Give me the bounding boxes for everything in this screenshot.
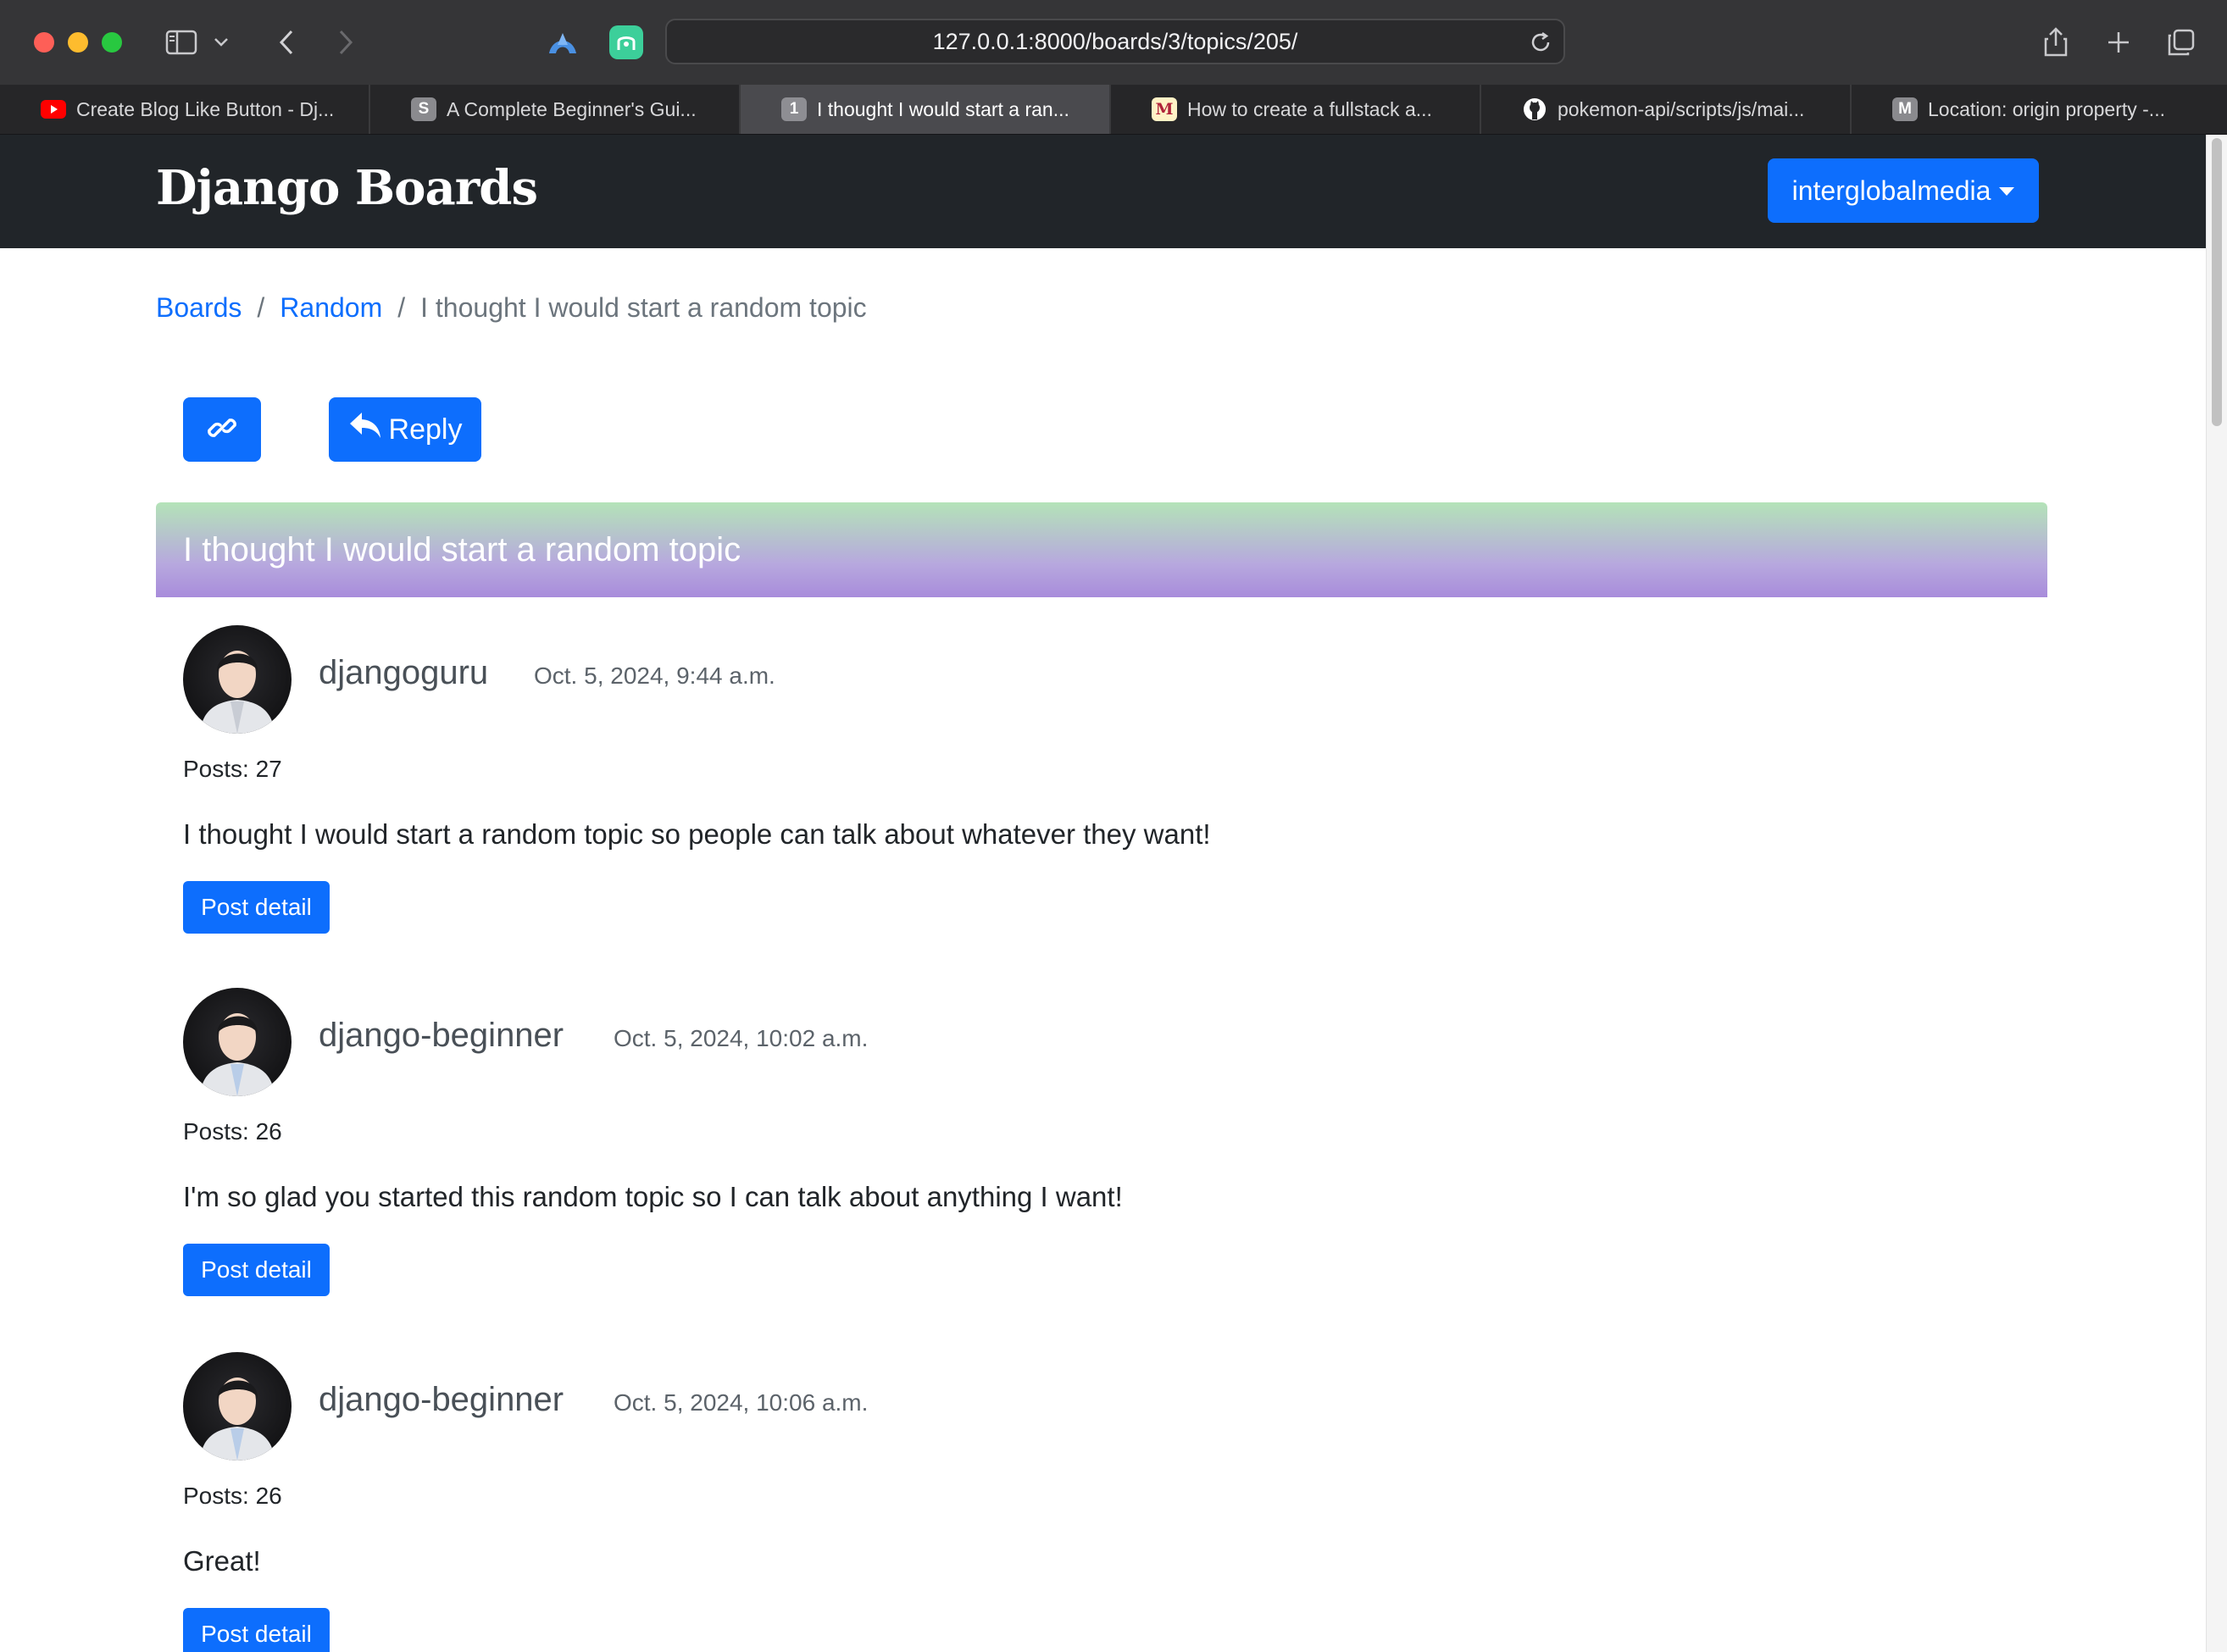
avatar xyxy=(183,1352,292,1461)
breadcrumb-boards-link[interactable]: Boards xyxy=(156,292,242,324)
post-message: Great! xyxy=(183,1545,261,1577)
number-one-icon: 1 xyxy=(781,97,807,121)
app-extension-icon[interactable] xyxy=(609,25,643,59)
post-detail-button[interactable]: Post detail xyxy=(183,1608,330,1652)
page-content: Django Boards interglobalmedia Boards / … xyxy=(0,135,2207,1652)
tab-label: pokemon-api/scripts/js/mai... xyxy=(1558,97,1805,120)
address-bar[interactable]: 127.0.0.1:8000/boards/3/topics/205/ xyxy=(665,19,1565,64)
post-message: I thought I would start a random topic s… xyxy=(183,818,1211,850)
youtube-icon xyxy=(41,100,66,119)
post-username: django-beginner xyxy=(319,1017,564,1054)
post-date: Oct. 5, 2024, 9:44 a.m. xyxy=(534,662,775,689)
user-menu-label: interglobalmedia xyxy=(1791,175,1991,206)
reload-icon[interactable] xyxy=(1528,30,1553,55)
browser-tab[interactable]: S A Complete Beginner's Gui... xyxy=(370,85,741,134)
url-text: 127.0.0.1:8000/boards/3/topics/205/ xyxy=(932,28,1298,54)
breadcrumb-board-link[interactable]: Random xyxy=(280,292,382,324)
close-window-button[interactable] xyxy=(34,32,54,53)
share-icon[interactable] xyxy=(2035,22,2076,63)
forward-arrow-icon[interactable] xyxy=(325,22,366,63)
browser-tab[interactable]: M Location: origin property -... xyxy=(1852,85,2227,134)
m-letter-icon: M xyxy=(1892,97,1918,121)
reply-label: Reply xyxy=(388,413,463,446)
post-date: Oct. 5, 2024, 10:02 a.m. xyxy=(614,1025,869,1051)
browser-tab[interactable]: M How to create a fullstack a... xyxy=(1111,85,1481,134)
tab-strip: Create Blog Like Button - Dj... S A Comp… xyxy=(0,85,2227,135)
zoom-window-button[interactable] xyxy=(102,32,122,53)
minimize-window-button[interactable] xyxy=(68,32,88,53)
chevron-down-icon[interactable] xyxy=(208,22,234,63)
new-tab-plus-icon[interactable] xyxy=(2098,22,2139,63)
sidebar-toggle-icon[interactable] xyxy=(161,22,202,63)
s-letter-icon: S xyxy=(411,97,436,121)
back-arrow-icon[interactable] xyxy=(266,22,307,63)
breadcrumb-separator: / xyxy=(257,292,265,323)
reply-arrow-icon xyxy=(348,411,389,449)
breadcrumb-current: I thought I would start a random topic xyxy=(420,292,867,323)
brand-logo[interactable]: Django Boards xyxy=(156,160,538,216)
post-detail-button[interactable]: Post detail xyxy=(183,881,330,934)
breadcrumb-separator: / xyxy=(397,292,406,323)
topic-title: I thought I would start a random topic xyxy=(183,530,741,568)
post-username: djangoguru xyxy=(319,654,489,691)
post-message: I'm so glad you started this random topi… xyxy=(183,1181,1123,1212)
navbar: Django Boards interglobalmedia xyxy=(0,135,2207,248)
post-count: Posts: 26 xyxy=(183,1118,282,1145)
medium-m-icon: M xyxy=(1152,97,1177,121)
avatar xyxy=(183,625,292,734)
browser-tab-active[interactable]: 1 I thought I would start a ran... xyxy=(741,85,1111,134)
link-icon xyxy=(205,411,239,449)
breadcrumb: Boards / Random / I thought I would star… xyxy=(156,292,867,324)
tab-label: How to create a fullstack a... xyxy=(1187,97,1432,120)
user-menu-button[interactable]: interglobalmedia xyxy=(1768,158,2039,223)
topic-title-header: I thought I would start a random topic xyxy=(156,502,2047,597)
post-count: Posts: 27 xyxy=(183,756,282,782)
post-count: Posts: 26 xyxy=(183,1483,282,1509)
browser-tab[interactable]: pokemon-api/scripts/js/mai... xyxy=(1481,85,1852,134)
caret-down-icon xyxy=(1999,187,2015,196)
post-detail-button[interactable]: Post detail xyxy=(183,1244,330,1296)
copy-link-button[interactable] xyxy=(183,397,261,462)
browser-tab[interactable]: Create Blog Like Button - Dj... xyxy=(0,85,370,134)
vpn-extension-icon[interactable] xyxy=(546,25,580,59)
tab-label: I thought I would start a ran... xyxy=(817,97,1069,120)
tab-label: Create Blog Like Button - Dj... xyxy=(76,97,335,120)
github-icon xyxy=(1522,97,1547,121)
tab-label: Location: origin property -... xyxy=(1928,97,2165,120)
reply-button[interactable]: Reply xyxy=(329,397,481,462)
tab-overview-icon[interactable] xyxy=(2161,22,2202,63)
avatar xyxy=(183,988,292,1096)
vertical-scrollbar[interactable] xyxy=(2206,135,2227,1652)
scrollbar-thumb[interactable] xyxy=(2212,138,2222,426)
post-date: Oct. 5, 2024, 10:06 a.m. xyxy=(614,1389,869,1416)
tab-label: A Complete Beginner's Gui... xyxy=(447,97,697,120)
browser-toolbar: 127.0.0.1:8000/boards/3/topics/205/ xyxy=(0,0,2227,86)
post-username: django-beginner xyxy=(319,1381,564,1418)
